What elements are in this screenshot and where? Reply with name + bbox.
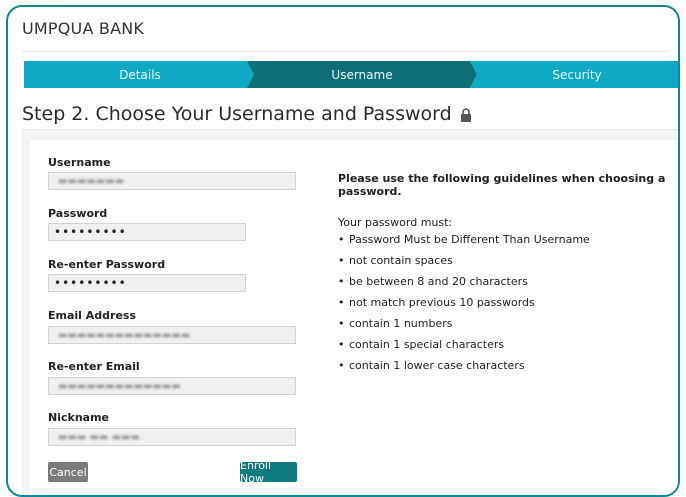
guidelines-list: Password Must be Different Than Username… [338, 233, 678, 380]
list-item: contain 1 special characters [338, 338, 678, 359]
list-item: not contain spaces [338, 254, 678, 275]
enrollment-form: Username ▬▬▬▬▬▬▬ Password ••••••••• Re-e… [30, 140, 678, 495]
page-title: Step 2. Choose Your Username and Passwor… [22, 103, 472, 125]
cancel-button[interactable]: Cancel [48, 462, 88, 482]
list-item: be between 8 and 20 characters [338, 275, 678, 296]
step-label: Username [331, 67, 393, 82]
guidelines-heading: Please use the following guidelines when… [338, 172, 666, 198]
username-input[interactable]: ▬▬▬▬▬▬▬ [48, 172, 296, 190]
bank-brand: UMPQUA BANK [22, 19, 145, 38]
step-label: Security [552, 67, 602, 82]
list-item: contain 1 numbers [338, 317, 678, 338]
step-username: Username [247, 61, 477, 88]
lock-icon [460, 108, 471, 122]
step-details: Details [24, 61, 256, 88]
app-frame: UMPQUA BANK Details Username Security St… [6, 5, 680, 497]
reenter-password-label: Re-enter Password [48, 258, 166, 271]
password-guidelines: Please use the following guidelines when… [338, 172, 678, 380]
guidelines-intro: Your password must: [338, 216, 453, 229]
list-item: Password Must be Different Than Username [338, 233, 678, 254]
step-label: Details [119, 67, 161, 82]
reenter-email-label: Re-enter Email [48, 360, 140, 373]
nickname-label: Nickname [48, 411, 109, 424]
form-panel: Username ▬▬▬▬▬▬▬ Password ••••••••• Re-e… [22, 129, 678, 495]
list-item: not match previous 10 passwords [338, 296, 678, 317]
nickname-input[interactable]: ▬▬▬ ▬▬ ▬▬▬ [48, 428, 296, 446]
enroll-now-button[interactable]: Enroll Now [240, 459, 297, 485]
password-label: Password [48, 207, 108, 220]
password-input[interactable]: ••••••••• [48, 223, 246, 241]
reenter-email-input[interactable]: ▬▬▬▬▬▬▬▬▬▬▬▬▬ [48, 377, 296, 395]
step-security: Security [470, 61, 678, 88]
header-divider [22, 51, 668, 52]
email-input[interactable]: ▬▬▬▬▬▬▬▬▬▬▬▬▬▬ [48, 326, 296, 344]
list-item: contain 1 lower case characters [338, 359, 678, 380]
reenter-password-input[interactable]: ••••••••• [48, 274, 246, 292]
username-label: Username [48, 156, 111, 169]
email-label: Email Address [48, 309, 137, 322]
page-title-text: Step 2. Choose Your Username and Passwor… [22, 103, 452, 125]
progress-steps: Details Username Security [24, 61, 678, 88]
